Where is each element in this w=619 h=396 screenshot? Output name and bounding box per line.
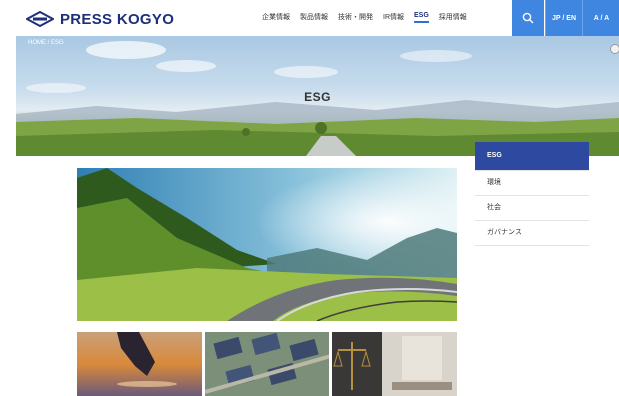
solar-houses-image xyxy=(204,332,330,396)
search-button[interactable] xyxy=(512,0,544,36)
logo-mark-icon xyxy=(26,11,54,27)
breadcrumb[interactable]: HOME / ESG xyxy=(28,40,64,46)
logo-text: PRESS KOGYO xyxy=(60,10,175,28)
hand-water-image xyxy=(77,332,202,396)
search-icon xyxy=(522,12,534,24)
scales-justice-image xyxy=(332,332,458,396)
thumbnail-environment[interactable] xyxy=(77,332,202,396)
esg-main-image xyxy=(77,168,457,321)
side-item-esg[interactable]: ESG xyxy=(475,142,589,171)
nav-item-products[interactable]: 製品情報 xyxy=(300,12,328,23)
side-item-environment[interactable]: 環境 xyxy=(475,171,589,196)
nav-item-recruit[interactable]: 採用情報 xyxy=(439,12,467,23)
main-nav: 企業情報 製品情報 技術・開発 IR情報 ESG 採用情報 xyxy=(262,12,467,23)
nav-item-technology[interactable]: 技術・開発 xyxy=(338,12,373,23)
side-menu: ESG 環境 社会 ガバナンス xyxy=(475,142,589,246)
side-item-governance[interactable]: ガバナンス xyxy=(475,221,589,246)
nav-item-ir[interactable]: IR情報 xyxy=(383,12,404,23)
thumbnail-society[interactable] xyxy=(204,332,330,396)
site-header: PRESS KOGYO 企業情報 製品情報 技術・開発 IR情報 ESG 採用情… xyxy=(0,0,619,36)
esg-thumbnails xyxy=(77,332,458,396)
page-title: ESG xyxy=(304,90,331,104)
nav-item-company[interactable]: 企業情報 xyxy=(262,12,290,23)
page-edge-icon[interactable] xyxy=(610,44,619,54)
logo[interactable]: PRESS KOGYO xyxy=(26,9,174,29)
mountain-road-image xyxy=(77,168,457,321)
nav-item-esg[interactable]: ESG xyxy=(414,12,429,23)
language-toggle[interactable]: JP / EN xyxy=(545,0,582,36)
side-item-society[interactable]: 社会 xyxy=(475,196,589,221)
hero-banner: HOME / ESG ESG xyxy=(16,36,619,156)
font-size-toggle[interactable]: A / A xyxy=(582,0,619,36)
thumbnail-governance[interactable] xyxy=(332,332,458,396)
